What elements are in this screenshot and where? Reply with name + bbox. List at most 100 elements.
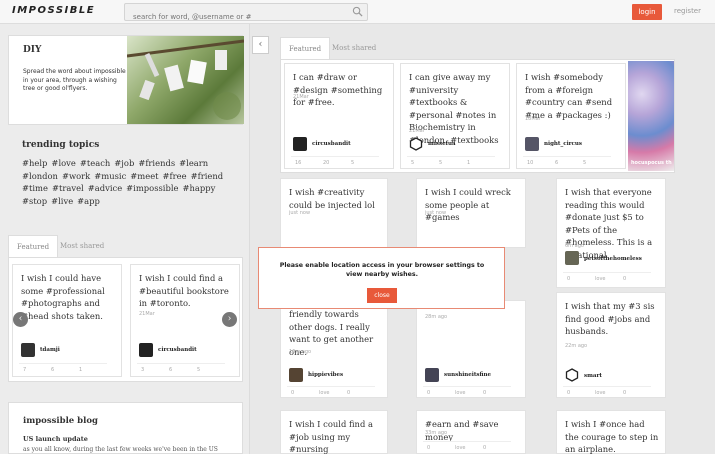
username[interactable]: night_circus xyxy=(544,141,582,147)
avatar[interactable] xyxy=(289,368,303,382)
wish-card[interactable]: #earn and #save money 33m ago 0 love 0 xyxy=(416,410,526,454)
blog-post-title[interactable]: US launch update xyxy=(23,435,88,443)
comment-count[interactable]: 16 xyxy=(291,157,319,169)
like-count[interactable]: 6 xyxy=(551,157,579,169)
login-button[interactable]: login xyxy=(632,4,662,20)
logo[interactable]: IMPOSSIBLE xyxy=(12,5,95,16)
wish-card[interactable]: I wish I could find a #job using my #nur… xyxy=(280,410,388,454)
wish-card[interactable]: I wish #creativity could be injected lol… xyxy=(280,178,388,248)
username[interactable]: missefua xyxy=(428,141,456,147)
next-arrow-icon[interactable]: › xyxy=(222,312,237,327)
tag[interactable]: #impossible xyxy=(126,183,178,193)
avatar[interactable] xyxy=(293,137,307,151)
tag[interactable]: #work xyxy=(62,171,90,181)
tag[interactable]: #free xyxy=(163,171,187,181)
featured-photo[interactable]: hocuspocus th xyxy=(628,61,674,171)
hexagon-avatar-icon[interactable] xyxy=(565,368,579,382)
tag[interactable]: #live xyxy=(51,196,73,206)
username[interactable]: hippievibes xyxy=(308,372,343,378)
avatar[interactable] xyxy=(565,251,579,265)
tab-most-shared[interactable]: Most shared xyxy=(52,235,112,257)
tag[interactable]: #teach xyxy=(80,158,110,168)
prev-arrow-icon[interactable]: ‹ xyxy=(13,312,28,327)
tag[interactable]: #advice xyxy=(88,183,122,193)
like-button[interactable]: love xyxy=(315,387,343,399)
search-input[interactable] xyxy=(125,9,345,25)
comment-count[interactable]: 0 xyxy=(563,273,591,285)
tag[interactable]: #help xyxy=(22,158,47,168)
avatar[interactable] xyxy=(425,368,439,382)
tag[interactable]: #learn xyxy=(179,158,208,168)
wish-card[interactable]: I can give away my #university #textbook… xyxy=(400,63,510,169)
wish-card[interactable]: I wish I could wreck some people at #gam… xyxy=(416,178,526,248)
search-box[interactable] xyxy=(124,3,368,25)
avatar[interactable] xyxy=(525,137,539,151)
tag[interactable]: #job xyxy=(114,158,134,168)
tag[interactable]: #stop xyxy=(22,196,47,206)
share-count[interactable]: 0 xyxy=(619,387,647,399)
wish-text: I can give away my #university #textbook… xyxy=(409,72,499,145)
share-count[interactable]: 1 xyxy=(463,157,491,169)
close-button[interactable]: close xyxy=(367,288,397,303)
tag[interactable]: #friends xyxy=(138,158,175,168)
tag[interactable]: #love xyxy=(51,158,75,168)
tag[interactable]: #happy xyxy=(182,183,215,193)
comment-count[interactable]: 7 xyxy=(19,364,47,376)
share-count[interactable]: 0 xyxy=(479,387,507,399)
diy-panel[interactable]: DIY Spread the word about impossible in … xyxy=(8,35,244,125)
username[interactable]: petsofthehomeless xyxy=(584,256,642,262)
register-link[interactable]: register xyxy=(674,7,701,15)
tag[interactable]: #time xyxy=(22,183,48,193)
comment-count[interactable]: 0 xyxy=(287,387,315,399)
username[interactable]: circusbandit xyxy=(312,141,351,147)
like-count[interactable]: 20 xyxy=(319,157,347,169)
share-count[interactable]: 1 xyxy=(75,364,103,376)
wish-card[interactable]: I wish I #once had the courage to step i… xyxy=(556,410,666,454)
comment-count[interactable]: 10 xyxy=(523,157,551,169)
wish-card[interactable]: 28m ago sunshineitsfine 0 love 0 xyxy=(416,300,526,398)
like-count[interactable]: 6 xyxy=(165,364,193,376)
tag[interactable]: #music xyxy=(94,171,126,181)
like-count[interactable]: 5 xyxy=(435,157,463,169)
tag[interactable]: #travel xyxy=(52,183,84,193)
collapse-sidebar-button[interactable]: ‹ xyxy=(252,36,269,54)
hexagon-avatar-icon[interactable] xyxy=(409,137,423,151)
wish-card[interactable]: I wish that everyone reading this would … xyxy=(556,178,666,288)
share-count[interactable]: 0 xyxy=(343,387,371,399)
username[interactable]: sunshineitsfine xyxy=(444,372,491,378)
username[interactable]: circusbandit xyxy=(158,347,197,353)
comment-count[interactable]: 3 xyxy=(137,364,165,376)
search-icon[interactable] xyxy=(352,6,363,17)
wish-time: 21Mar xyxy=(139,311,155,317)
like-button[interactable]: love xyxy=(451,387,479,399)
comment-count[interactable]: 0 xyxy=(423,387,451,399)
comment-count[interactable]: 0 xyxy=(423,442,451,454)
tab-featured[interactable]: Featured xyxy=(8,235,59,257)
share-count[interactable]: 5 xyxy=(347,157,375,169)
avatar[interactable] xyxy=(139,343,153,357)
wish-card[interactable]: I wish I could have some #professional #… xyxy=(12,264,122,377)
tag[interactable]: #friend xyxy=(191,171,224,181)
wish-card[interactable]: I wish #somebody from a #foreign #countr… xyxy=(516,63,626,169)
like-button[interactable]: love xyxy=(591,273,619,285)
share-count[interactable]: 5 xyxy=(579,157,607,169)
share-count[interactable]: 0 xyxy=(479,442,507,454)
like-button[interactable]: love xyxy=(591,387,619,399)
share-count[interactable]: 0 xyxy=(619,273,647,285)
username[interactable]: smart xyxy=(584,373,602,379)
tag[interactable]: #meet xyxy=(130,171,158,181)
tag[interactable]: #app xyxy=(77,196,100,206)
like-button[interactable]: love xyxy=(451,442,479,454)
comment-count[interactable]: 0 xyxy=(563,387,591,399)
wish-card[interactable]: I can #draw or #design #something for #f… xyxy=(284,63,394,169)
like-count[interactable]: 6 xyxy=(47,364,75,376)
username[interactable]: tdamji xyxy=(40,347,60,353)
comment-count[interactable]: 5 xyxy=(407,157,435,169)
wish-card[interactable]: I wish that my #3 sis find good #jobs an… xyxy=(556,292,666,398)
tab-featured[interactable]: Featured xyxy=(280,37,331,59)
tag[interactable]: #london xyxy=(22,171,58,181)
avatar[interactable] xyxy=(21,343,35,357)
wish-card[interactable]: friendly towards other dogs. I really wa… xyxy=(280,300,388,398)
share-count[interactable]: 5 xyxy=(193,364,221,376)
tab-most-shared[interactable]: Most shared xyxy=(324,37,384,59)
